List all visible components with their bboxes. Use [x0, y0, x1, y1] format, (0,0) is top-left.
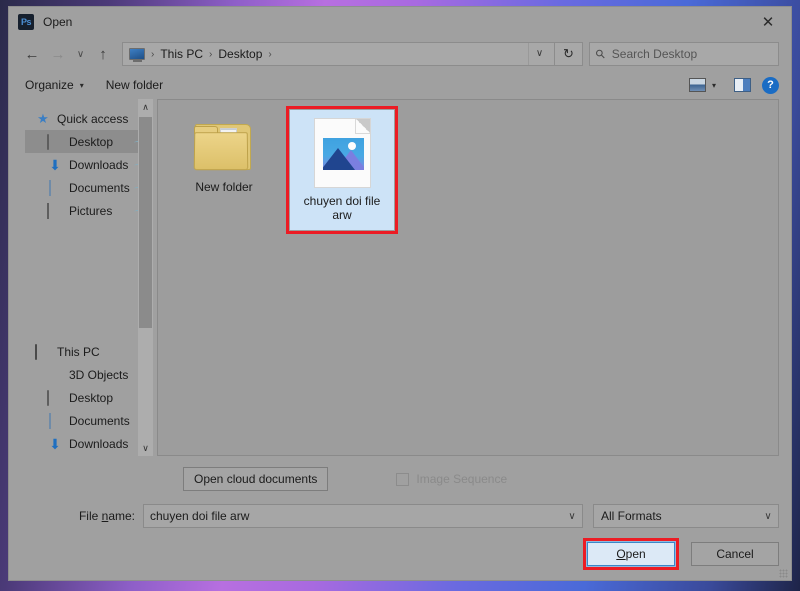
- close-icon[interactable]: ✕: [745, 7, 791, 37]
- dialog-footer: Open cloud documents Image Sequence File…: [9, 456, 791, 580]
- documents-icon: [47, 414, 63, 428]
- back-button[interactable]: ←: [19, 41, 45, 67]
- search-placeholder: Search Desktop: [612, 47, 697, 61]
- folder-icon: [193, 120, 255, 174]
- command-toolbar: Organize ▾ New folder ▾ ?: [9, 71, 791, 99]
- open-button-container: Open: [583, 538, 679, 570]
- format-select[interactable]: All Formats ∨: [593, 504, 779, 528]
- sidebar-item-label: Documents: [69, 414, 130, 428]
- documents-icon: [47, 181, 63, 195]
- navigation-sidebar: ★ Quick access Desktop 📌 ⬇ Downloads 📌 D…: [25, 99, 153, 456]
- format-value: All Formats: [601, 509, 662, 523]
- desktop-icon: [47, 391, 63, 405]
- file-item-new-folder[interactable]: New folder: [172, 110, 276, 230]
- this-pc-monitor-icon: [129, 48, 145, 60]
- action-buttons-row: Open Cancel: [25, 538, 779, 570]
- refresh-icon[interactable]: ↻: [555, 42, 583, 66]
- file-item-label: New folder: [175, 180, 273, 194]
- sidebar-item-label: Desktop: [69, 135, 113, 149]
- resize-grip[interactable]: [779, 569, 788, 578]
- chevron-down-icon[interactable]: ∨: [562, 505, 582, 527]
- downloads-icon: ⬇: [47, 158, 63, 172]
- search-icon: ⚲: [592, 46, 608, 62]
- breadcrumb-separator: ›: [145, 49, 160, 60]
- chevron-down-icon[interactable]: ∨: [528, 43, 550, 65]
- breadcrumb-separator: ›: [203, 49, 218, 60]
- chevron-down-icon[interactable]: ∨: [758, 505, 778, 527]
- sidebar-item-pictures[interactable]: Pictures 📌: [25, 199, 153, 222]
- file-name-label: File name:: [25, 509, 143, 523]
- preview-pane-icon[interactable]: [732, 77, 752, 93]
- file-name-value: chuyen doi file arw: [150, 509, 249, 523]
- sidebar-item-label: Documents: [69, 181, 130, 195]
- organize-button[interactable]: Organize: [25, 78, 74, 92]
- sidebar-item-quick-access[interactable]: ★ Quick access: [25, 107, 153, 130]
- image-file-icon: [314, 118, 371, 188]
- cloud-row: Open cloud documents Image Sequence: [25, 466, 779, 492]
- photoshop-icon: Ps: [18, 14, 34, 30]
- breadcrumb-item-this-pc[interactable]: This PC: [160, 47, 203, 61]
- breadcrumb-separator: ›: [262, 49, 277, 60]
- up-button[interactable]: ↑: [90, 41, 116, 67]
- star-pin-icon: ★: [35, 112, 51, 126]
- chevron-down-icon[interactable]: ▾: [80, 81, 84, 90]
- sidebar-item-this-pc[interactable]: This PC: [25, 340, 153, 363]
- breadcrumb[interactable]: › This PC › Desktop › ∨: [122, 42, 555, 66]
- search-input[interactable]: ⚲ Search Desktop: [589, 42, 779, 66]
- scrollbar-track[interactable]: [138, 115, 153, 440]
- forward-button[interactable]: →: [45, 41, 71, 67]
- scroll-down-icon[interactable]: ∨: [138, 440, 153, 456]
- sidebar-item-pc-music[interactable]: ♪ Music: [25, 455, 153, 456]
- open-button[interactable]: Open: [587, 542, 675, 566]
- view-options-chevron-icon[interactable]: ▾: [712, 81, 716, 90]
- title-bar: Ps Open ✕: [9, 7, 791, 37]
- cancel-button[interactable]: Cancel: [691, 542, 779, 566]
- open-cloud-documents-button[interactable]: Open cloud documents: [183, 467, 328, 491]
- downloads-icon: ⬇: [47, 437, 63, 451]
- file-item-chuyen-doi-file-arw[interactable]: chuyen doi file arw: [290, 110, 394, 230]
- help-icon[interactable]: ?: [762, 77, 779, 94]
- sidebar-item-label: This PC: [57, 345, 100, 359]
- window-title: Open: [43, 15, 72, 29]
- file-name-row: File name: chuyen doi file arw ∨ All For…: [25, 504, 779, 528]
- 3d-objects-icon: [47, 368, 63, 382]
- file-name-input[interactable]: chuyen doi file arw ∨: [143, 504, 583, 528]
- desktop-icon: [47, 135, 63, 149]
- sidebar-item-3d-objects[interactable]: 3D Objects: [25, 363, 153, 386]
- sidebar-item-pc-documents[interactable]: Documents: [25, 409, 153, 432]
- sidebar-item-documents[interactable]: Documents 📌: [25, 176, 153, 199]
- dialog-body: ★ Quick access Desktop 📌 ⬇ Downloads 📌 D…: [9, 99, 791, 456]
- breadcrumb-item-desktop[interactable]: Desktop: [218, 47, 262, 61]
- sidebar-item-label: Pictures: [69, 204, 112, 218]
- sidebar-item-label: Desktop: [69, 391, 113, 405]
- this-pc-icon: [35, 345, 51, 359]
- sidebar-gap: [25, 222, 153, 340]
- sidebar-item-label: Downloads: [69, 158, 128, 172]
- file-item-label: chuyen doi file arw: [293, 194, 391, 222]
- sidebar-item-pc-downloads[interactable]: ⬇ Downloads: [25, 432, 153, 455]
- sidebar-item-label: Downloads: [69, 437, 128, 451]
- sidebar-item-desktop[interactable]: Desktop 📌: [25, 130, 153, 153]
- new-folder-button[interactable]: New folder: [106, 78, 163, 92]
- view-layout-icon[interactable]: [688, 77, 708, 93]
- sidebar-item-label: Quick access: [57, 112, 128, 126]
- scrollbar-thumb[interactable]: [139, 117, 152, 328]
- image-sequence-checkbox[interactable]: Image Sequence: [396, 472, 507, 486]
- checkbox-box[interactable]: [396, 473, 409, 486]
- sidebar-item-pc-desktop[interactable]: Desktop: [25, 386, 153, 409]
- recent-locations-button[interactable]: ∨: [71, 41, 90, 67]
- scroll-up-icon[interactable]: ∧: [138, 99, 153, 115]
- open-file-dialog: Ps Open ✕ ← → ∨ ↑ › This PC › Desktop › …: [8, 6, 792, 581]
- sidebar-scrollbar[interactable]: ∧ ∨: [138, 99, 153, 456]
- navigation-bar: ← → ∨ ↑ › This PC › Desktop › ∨ ↻ ⚲ Sear…: [9, 37, 791, 71]
- file-list-pane[interactable]: New folder chuyen doi file arw: [157, 99, 779, 456]
- sidebar-item-downloads[interactable]: ⬇ Downloads 📌: [25, 153, 153, 176]
- image-sequence-label: Image Sequence: [416, 472, 507, 486]
- pictures-icon: [47, 204, 63, 218]
- sidebar-item-label: 3D Objects: [69, 368, 128, 382]
